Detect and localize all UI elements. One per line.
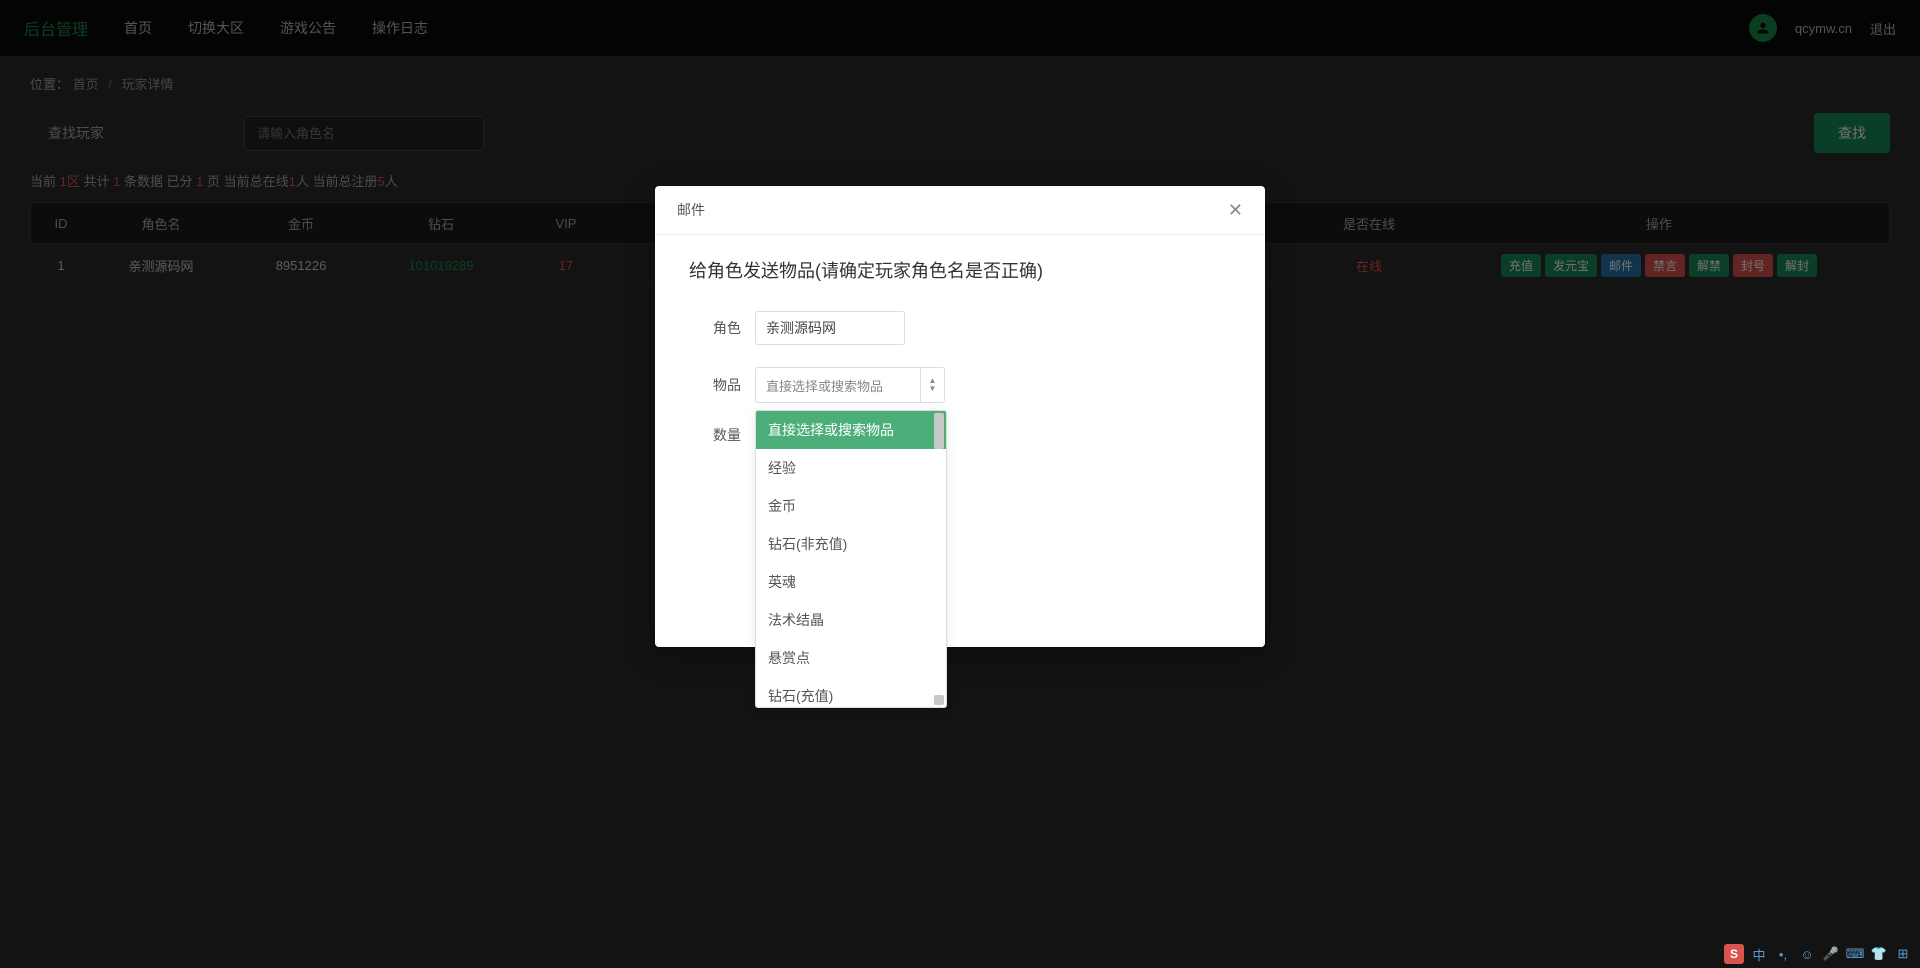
dropdown-option[interactable]: 经验: [756, 449, 946, 487]
modal-close-button[interactable]: ✕: [1228, 201, 1243, 219]
ime-keyboard-icon[interactable]: ⌨: [1846, 945, 1864, 963]
dropdown-option[interactable]: 金币: [756, 487, 946, 525]
dropdown-option[interactable]: 直接选择或搜索物品: [756, 411, 946, 449]
form-row-role: 角色: [689, 311, 1231, 345]
modal-title: 给角色发送物品(请确定玩家角色名是否正确): [689, 257, 1231, 283]
form-row-item: 物品 直接选择或搜索物品 ▲▼ 直接选择或搜索物品 经验 金币 钻石(非充值) …: [689, 367, 1231, 403]
ime-tool-icon[interactable]: ⊞: [1894, 945, 1912, 963]
form-label-item: 物品: [689, 375, 741, 395]
taskbar: S 中 •, ☺ 🎤 ⌨ 👕 ⊞: [1716, 940, 1920, 968]
select-arrows-icon: ▲▼: [920, 368, 944, 402]
modal-header: 邮件 ✕: [655, 186, 1265, 235]
item-dropdown: 直接选择或搜索物品 经验 金币 钻石(非充值) 英魂 法术结晶 悬赏点 钻石(充…: [755, 410, 947, 708]
dropdown-option[interactable]: 钻石(非充值): [756, 525, 946, 563]
mail-modal: 邮件 ✕ 给角色发送物品(请确定玩家角色名是否正确) 角色 物品 直接选择或搜索…: [655, 186, 1265, 647]
dropdown-option[interactable]: 悬赏点: [756, 639, 946, 677]
ime-lang-icon[interactable]: 中: [1750, 945, 1768, 963]
item-select[interactable]: 直接选择或搜索物品 ▲▼ 直接选择或搜索物品 经验 金币 钻石(非充值) 英魂 …: [755, 367, 945, 403]
ime-sogou-icon[interactable]: S: [1724, 944, 1744, 964]
item-select-value: 直接选择或搜索物品: [766, 376, 883, 395]
modal-header-title: 邮件: [677, 200, 705, 220]
dropdown-scrollbar[interactable]: [934, 413, 944, 705]
ime-skin-icon[interactable]: 👕: [1870, 945, 1888, 963]
form-label-role: 角色: [689, 318, 741, 338]
form-label-qty: 数量: [689, 425, 741, 445]
dropdown-option[interactable]: 钻石(充值): [756, 677, 946, 708]
dropdown-option[interactable]: 法术结晶: [756, 601, 946, 639]
dropdown-option[interactable]: 英魂: [756, 563, 946, 601]
ime-emoji-icon[interactable]: ☺: [1798, 945, 1816, 963]
ime-punct-icon[interactable]: •,: [1774, 945, 1792, 963]
role-input[interactable]: [755, 311, 905, 345]
ime-mic-icon[interactable]: 🎤: [1822, 945, 1840, 963]
